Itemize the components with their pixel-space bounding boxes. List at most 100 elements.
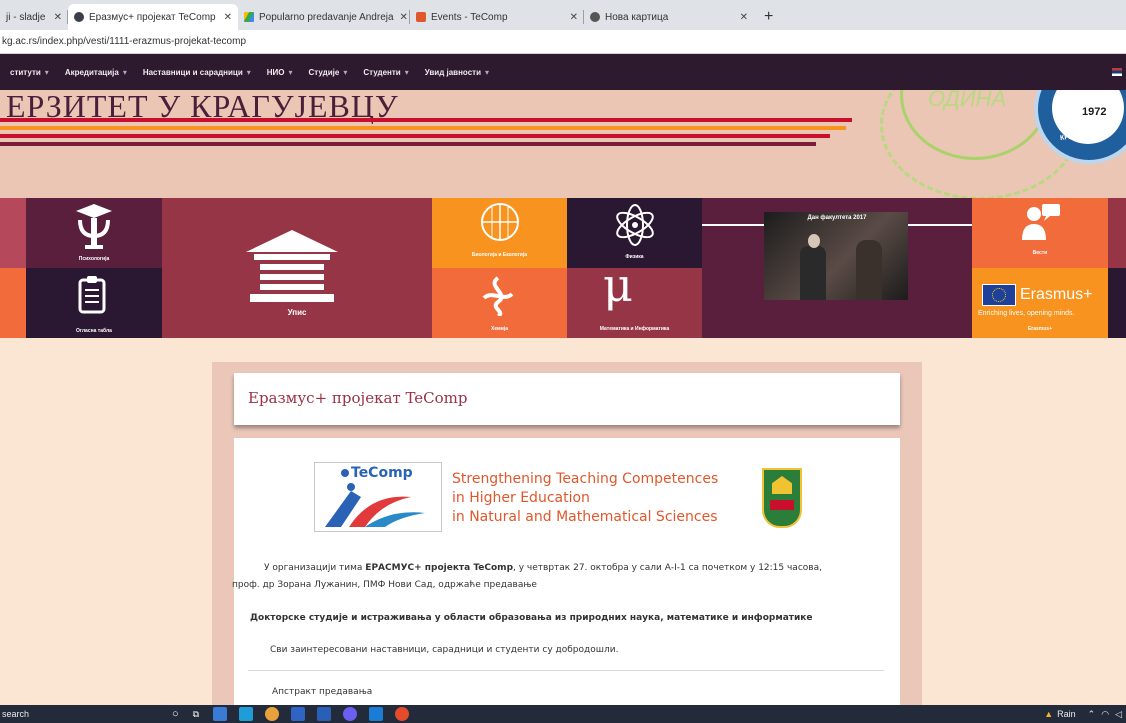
file-explorer-icon[interactable] <box>213 707 228 721</box>
nav-item-teachers[interactable]: Наставници и сарадници ▾ <box>143 68 251 77</box>
banner-stripe <box>0 118 852 122</box>
abstract-heading[interactable]: Апстракт предавања <box>272 684 572 701</box>
eu-flag-icon <box>982 284 1016 306</box>
close-tab-icon[interactable]: ✕ <box>394 12 408 23</box>
banner-stripe <box>0 142 816 146</box>
nav-label: Акредитација <box>64 67 119 77</box>
person-silhouette <box>856 240 882 300</box>
person-silhouette <box>800 246 826 300</box>
browser-tab-active[interactable]: Еразмус+ пројекат TeComp ✕ <box>68 4 238 30</box>
tecomp-line: in Higher Education <box>452 490 590 506</box>
tile-chemistry[interactable]: Хемија <box>432 268 567 338</box>
tile-psychology[interactable]: Психологија <box>26 198 162 268</box>
viber-icon[interactable] <box>343 707 358 721</box>
nav-item-research[interactable]: НИО ▾ <box>267 68 293 77</box>
chevron-down-icon: ▾ <box>44 67 49 77</box>
tile-label: Вести <box>1032 250 1048 256</box>
nav-item-studies[interactable]: Студије ▾ <box>309 68 348 77</box>
tile-notice-board[interactable]: Огласна табла <box>26 268 162 338</box>
word-icon[interactable] <box>317 707 332 721</box>
project-name: ЕРАСМУС+ пројекта TeComp <box>365 563 514 573</box>
tile-erasmus[interactable]: Erasmus+ Enriching lives, opening minds.… <box>972 268 1108 338</box>
header-banner: ЕРЗИТЕТ У КРАГУЈЕВЦУ ОДИНА 1972 КРАГУЈЕВ… <box>0 90 1126 198</box>
nav-label: НИО <box>266 67 285 77</box>
nav-label: Студије <box>308 67 340 77</box>
article-paragraph: У организацији тима ЕРАСМУС+ пројекта Te… <box>264 560 894 577</box>
person-head <box>808 234 820 248</box>
mu-icon: μ <box>603 268 633 312</box>
cortana-icon[interactable]: ○ <box>172 708 179 720</box>
close-tab-icon[interactable]: ✕ <box>564 12 578 23</box>
browser-tab[interactable]: Popularno predavanje Andreja ✕ <box>238 4 410 30</box>
site-nav: ститути ▾ Акредитација ▾ Наставници и сара… <box>0 54 1126 90</box>
network-icon[interactable]: ◠ <box>1101 709 1109 720</box>
chrome-icon <box>590 12 600 22</box>
tab-label: Нова картица <box>605 11 669 23</box>
close-tab-icon[interactable]: ✕ <box>734 12 748 23</box>
save-icon[interactable] <box>291 707 306 721</box>
erasmus-tagline: Enriching lives, opening minds. <box>978 310 1075 317</box>
tile-mathematics[interactable]: μ Математика и Информатика <box>567 268 702 338</box>
weather-text[interactable]: Rain <box>1057 709 1076 719</box>
faculty-crest-icon <box>762 468 802 528</box>
chemistry-icon <box>482 276 514 316</box>
tecomp-line: Strengthening Teaching Competences <box>452 471 719 487</box>
tile-label: Огласна табла <box>76 328 112 334</box>
tile-label: Упис <box>287 308 307 317</box>
tile-label: Хемија <box>491 326 508 332</box>
erasmus-brand: Erasmus+ <box>1020 286 1093 303</box>
tile-faculty-day[interactable]: Дан факултета 2017 <box>702 198 972 338</box>
chevron-up-icon[interactable]: ⌃ <box>1088 709 1096 720</box>
tile-physics[interactable]: Физика <box>567 198 702 268</box>
nav-item-public[interactable]: Увид јавности ▾ <box>425 68 489 77</box>
tile-edge <box>0 268 26 338</box>
tile-label: Математика и Информатика <box>599 326 670 332</box>
browser-tab[interactable]: ji - sladje ✕ <box>0 4 68 30</box>
institution-building-icon <box>246 230 338 302</box>
nav-label: ститути <box>10 67 41 77</box>
banner-stripe <box>0 126 846 130</box>
chevron-down-icon: ▾ <box>288 67 293 77</box>
tab-label: Events - TeComp <box>431 11 508 23</box>
tile-news[interactable]: Вести <box>972 198 1108 268</box>
task-view-icon[interactable]: ⧉ <box>193 709 199 720</box>
tile-label: Физика <box>625 254 644 260</box>
language-flag-icon[interactable] <box>1112 68 1122 76</box>
close-tab-icon[interactable]: ✕ <box>218 12 232 23</box>
address-bar[interactable]: kg.ac.rs/index.php/vesti/1111-erazmus-pr… <box>0 30 1126 54</box>
lecture-title: Докторске студије и истраживања у област… <box>250 613 813 623</box>
tile-label: Биологија и Екологија <box>471 252 528 258</box>
tile-enrollment[interactable]: Упис <box>162 198 432 338</box>
psychology-icon <box>76 204 112 249</box>
article-body: TeComp Strengthening Teaching Competence… <box>232 438 900 723</box>
event-photo <box>764 212 908 300</box>
nav-item-institutes[interactable]: ститути ▾ <box>10 68 49 77</box>
close-tab-icon[interactable]: ✕ <box>48 12 62 23</box>
article-title-card: Еразмус+ пројекат TeComp <box>234 373 900 425</box>
mail-icon[interactable] <box>369 707 384 721</box>
nav-item-accreditation[interactable]: Акредитација ▾ <box>65 68 127 77</box>
chevron-down-icon: ▾ <box>485 67 490 77</box>
nav-item-students[interactable]: Студенти ▾ <box>363 68 408 77</box>
tecomp-line: in Natural and Mathematical Sciences <box>452 509 718 525</box>
windows-taskbar: search ○ ⧉ ▲ Rain ⌃ ◠ ◁ <box>0 705 1126 723</box>
browser-tab[interactable]: Нова картица ✕ <box>584 4 754 30</box>
atom-icon <box>616 204 654 246</box>
tecomp-name: TeComp <box>351 465 413 481</box>
volume-icon[interactable]: ◁ <box>1115 709 1122 720</box>
tecomp-emblem-icon <box>325 483 425 527</box>
seal-year: 1972 <box>1082 106 1107 118</box>
paragraph-text: У организацији тима <box>264 563 366 573</box>
taskbar-search[interactable]: search <box>2 709 172 719</box>
new-tab-button[interactable]: + <box>754 8 783 30</box>
paragraph-text: , у четвртак 27. октобра у сали А-I-1 са… <box>513 563 822 573</box>
chrome-taskbar-icon[interactable] <box>265 707 280 721</box>
app-icon[interactable] <box>395 707 410 721</box>
chevron-down-icon: ▾ <box>122 67 127 77</box>
store-icon[interactable] <box>239 707 254 721</box>
tile-biology[interactable]: Биологија и Екологија <box>432 198 567 268</box>
browser-tab[interactable]: Events - TeComp ✕ <box>410 4 584 30</box>
article-paragraph: проф. др Зорана Лужанин, ПМФ Нови Сад, о… <box>232 580 537 590</box>
tile-edge <box>1108 268 1126 338</box>
chevron-down-icon: ▾ <box>343 67 348 77</box>
